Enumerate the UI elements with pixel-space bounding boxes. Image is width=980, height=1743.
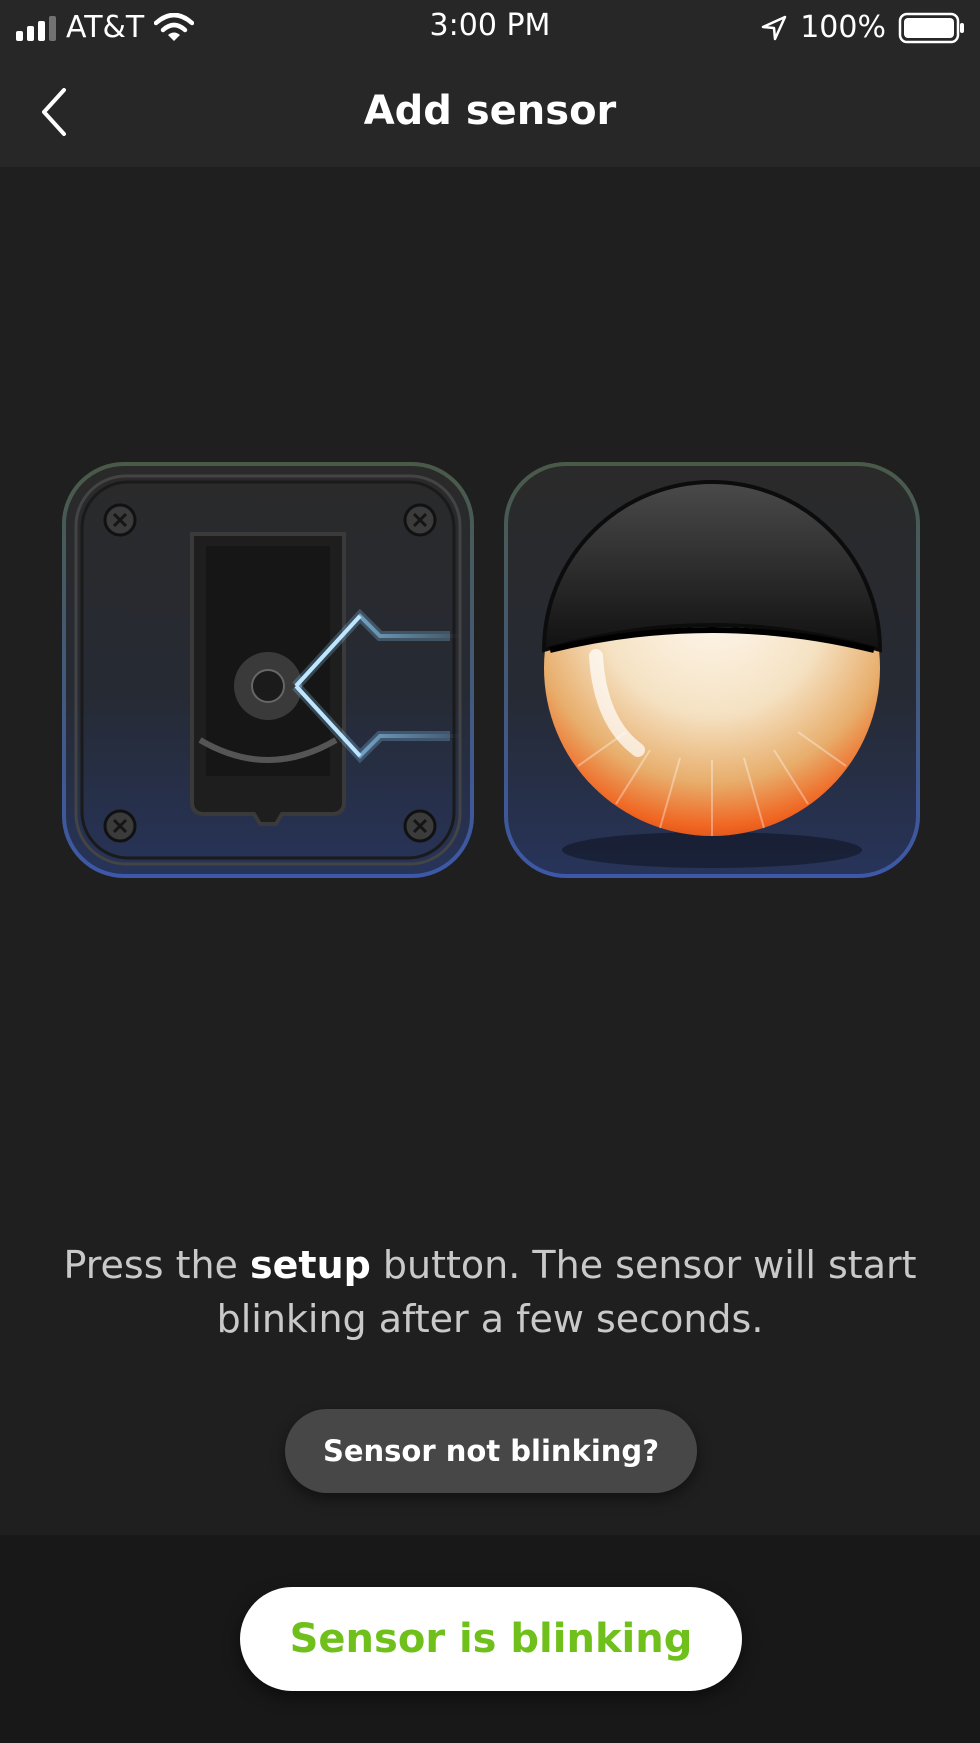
sensor-is-blinking-button[interactable]: Sensor is blinking [240, 1587, 742, 1691]
instruction-text: Press the setup button. The sensor will … [40, 1238, 940, 1346]
battery-percent: 100% [800, 10, 886, 45]
status-bar: AT&T 3:00 PM 100% [0, 0, 980, 56]
instruction-prefix: Press the [63, 1243, 251, 1287]
footer: Sensor is blinking [0, 1535, 980, 1743]
nav-bar: Add sensor [0, 56, 980, 167]
sensor-not-blinking-button[interactable]: Sensor not blinking? [285, 1409, 697, 1493]
battery-icon [898, 12, 964, 44]
page-title: Add sensor [363, 88, 617, 134]
instruction-bold: setup [250, 1243, 371, 1287]
sensor-illustration [60, 460, 930, 890]
status-time: 3:00 PM [429, 8, 551, 43]
motion-sensor-icon [504, 462, 920, 878]
sensor-mount-icon [62, 462, 474, 878]
location-arrow-icon [761, 15, 787, 41]
status-right: 100% [760, 10, 966, 46]
